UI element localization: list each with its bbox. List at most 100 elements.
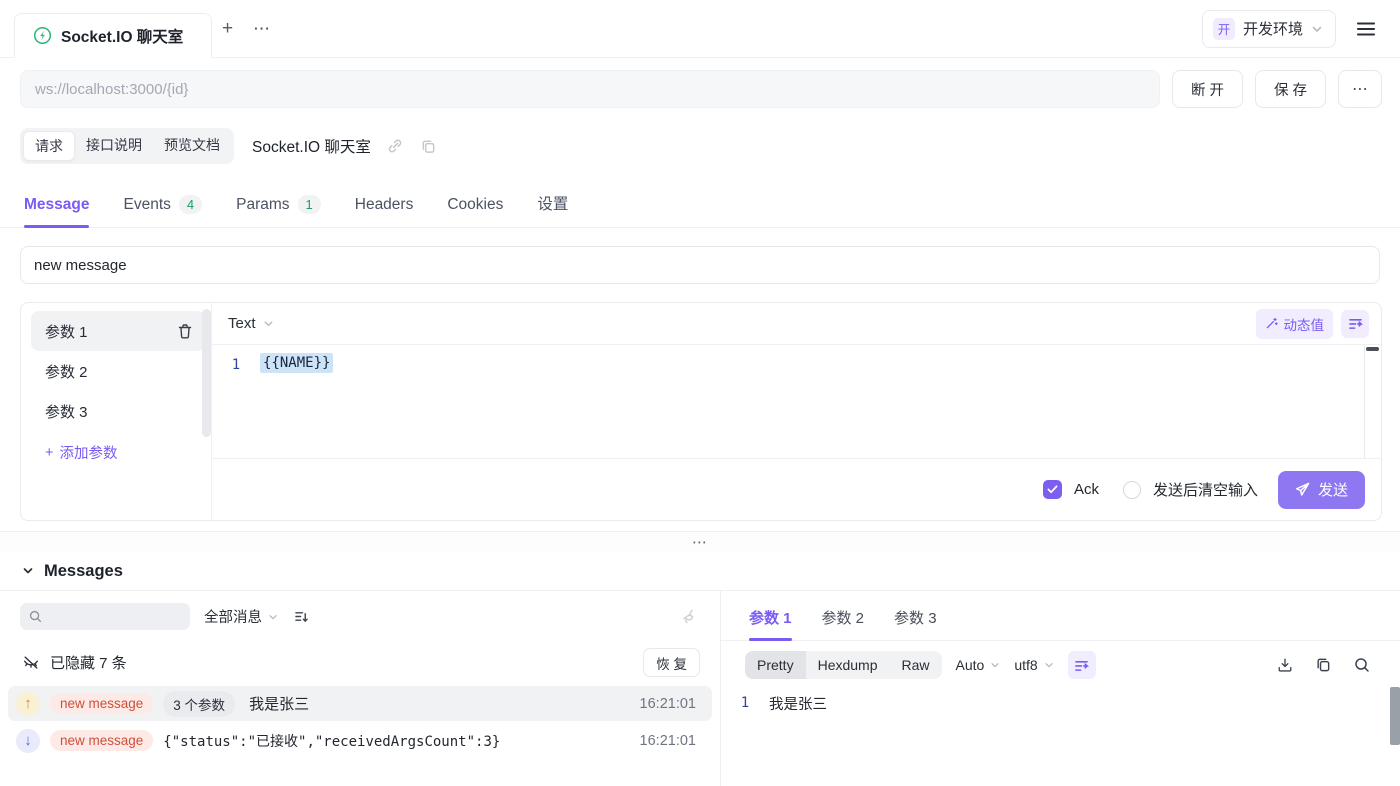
tab-events[interactable]: Events 4 <box>123 187 203 227</box>
scrollbar[interactable] <box>202 309 211 437</box>
doc-view-row: 请求 接口说明 预览文档 Socket.IO 聊天室 <box>0 120 1400 174</box>
doc-tab-description[interactable]: 接口说明 <box>75 131 153 161</box>
messages-section-header[interactable]: Messages <box>0 552 1400 591</box>
tab-settings[interactable]: 设置 <box>537 184 568 227</box>
message-row-sent[interactable]: ↑ new message 3 个参数 我是张三 16:21:01 <box>8 686 712 721</box>
chevron-down-icon <box>22 565 34 577</box>
search-input[interactable] <box>48 609 168 624</box>
hidden-count-label: 已隐藏 7 条 <box>50 655 127 672</box>
inspector-tab-param1[interactable]: 参数 1 <box>749 603 792 641</box>
scrollbar-track <box>1364 345 1365 458</box>
ack-label[interactable]: Ack <box>1074 481 1099 498</box>
param-item-label: 参数 2 <box>45 363 88 381</box>
message-row-received[interactable]: ↓ new message {"status":"已接收","receivedA… <box>8 723 712 758</box>
scrollbar[interactable] <box>1390 687 1400 745</box>
message-search[interactable] <box>20 603 190 630</box>
inspector-content[interactable]: 1 我是张三 <box>721 685 1400 714</box>
more-actions-button[interactable]: ⋯ <box>1338 70 1382 108</box>
clear-after-send-checkbox[interactable] <box>1122 480 1141 499</box>
doc-tab-request[interactable]: 请求 <box>23 131 75 161</box>
message-list-toolbar: 全部消息 <box>0 591 720 636</box>
ack-checkbox[interactable] <box>1042 480 1062 499</box>
view-mode-switch: Pretty Hexdump Raw <box>745 651 942 679</box>
window-tab-bar: Socket.IO 聊天室 + ⋯ 开 开发环境 <box>0 0 1400 58</box>
param-item-3[interactable]: 参数 3 <box>31 391 205 431</box>
inspector-tabs: 参数 1 参数 2 参数 3 <box>721 591 1400 641</box>
inspector-content-text: 我是张三 <box>769 697 827 713</box>
event-name-input[interactable] <box>20 246 1380 284</box>
copy-icon[interactable] <box>1314 655 1333 675</box>
tab-title: Socket.IO 聊天室 <box>61 28 184 46</box>
send-icon <box>1295 482 1310 497</box>
dynamic-value-button[interactable]: 动态值 <box>1255 308 1333 339</box>
sort-icon[interactable] <box>292 608 311 625</box>
search-icon[interactable] <box>1352 655 1372 675</box>
line-number: 1 <box>231 357 241 373</box>
environment-selector[interactable]: 开 开发环境 <box>1201 9 1336 48</box>
view-mode-raw[interactable]: Raw <box>890 651 942 679</box>
param-item-1[interactable]: 参数 1 <box>31 311 205 351</box>
message-filter-label: 全部消息 <box>204 610 262 626</box>
body-type-select[interactable]: Text <box>228 315 274 332</box>
message-filter-select[interactable]: 全部消息 <box>204 606 278 627</box>
link-icon[interactable] <box>385 136 405 156</box>
endpoint-title: Socket.IO 聊天室 <box>252 139 371 156</box>
panel-resize-handle[interactable]: ⋯ <box>0 531 1400 552</box>
param-item-2[interactable]: 参数 2 <box>31 351 205 391</box>
charset-label: utf8 <box>1014 657 1038 673</box>
tab-settings-label: 设置 <box>537 196 569 213</box>
hidden-messages-row: 已隐藏 7 条 恢 复 <box>0 636 720 685</box>
request-tab[interactable]: Socket.IO 聊天室 <box>14 13 212 58</box>
trash-icon[interactable] <box>175 321 195 342</box>
save-button[interactable]: 保 存 <box>1254 70 1326 108</box>
code-editor[interactable]: 1 {{NAME}} <box>212 345 1381 458</box>
params-count-badge: 1 <box>297 195 321 214</box>
event-tag: new message <box>50 693 154 714</box>
socketio-icon <box>33 26 52 45</box>
download-icon[interactable] <box>1275 655 1295 675</box>
format-icon[interactable] <box>1341 309 1369 338</box>
env-name: 开发环境 <box>1242 21 1303 38</box>
view-mode-pretty[interactable]: Pretty <box>745 651 806 679</box>
inspector-tab-param3[interactable]: 参数 3 <box>894 603 937 640</box>
url-input[interactable] <box>20 70 1160 108</box>
tab-params[interactable]: Params 1 <box>236 187 321 227</box>
add-param-button[interactable]: + 添加参数 <box>31 431 205 463</box>
chevron-down-icon <box>268 612 278 622</box>
decode-label: Auto <box>955 657 985 673</box>
param-list: 参数 1 参数 2 参数 3 + 添加参数 <box>21 303 211 520</box>
hamburger-icon <box>1356 21 1376 37</box>
tab-more-button[interactable]: ⋯ <box>243 14 281 43</box>
inspector-tab-param2[interactable]: 参数 2 <box>822 603 865 640</box>
search-icon <box>29 610 42 623</box>
restore-button[interactable]: 恢 复 <box>643 648 700 677</box>
chevron-down-icon <box>263 318 274 329</box>
wand-icon <box>1265 317 1278 330</box>
view-mode-hexdump[interactable]: Hexdump <box>806 651 890 679</box>
disconnect-button[interactable]: 断 开 <box>1171 70 1243 108</box>
message-content: 我是张三 <box>249 696 310 713</box>
copy-icon[interactable] <box>419 137 438 156</box>
doc-tab-preview[interactable]: 预览文档 <box>153 131 231 161</box>
add-param-label: 添加参数 <box>59 446 118 462</box>
template-variable[interactable]: {{NAME}} <box>260 353 334 373</box>
events-count-badge: 4 <box>178 195 203 214</box>
clear-after-send-label[interactable]: 发送后清空输入 <box>1153 479 1258 500</box>
tab-message-label: Message <box>24 196 90 213</box>
app-window: Socket.IO 聊天室 + ⋯ 开 开发环境 断 开 保 存 ⋯ 请求 接口… <box>0 0 1400 786</box>
decode-select[interactable]: Auto <box>956 657 1001 673</box>
message-list-panel: 全部消息 已隐藏 7 条 恢 复 ↑ new message 3 个参数 我是张… <box>0 591 721 786</box>
chevron-down-icon <box>1044 660 1054 670</box>
menu-button[interactable] <box>1350 15 1382 43</box>
new-tab-button[interactable]: + <box>212 13 243 44</box>
message-composer: 参数 1 参数 2 参数 3 + 添加参数 Text 动态值 1 {{NAME}… <box>20 302 1382 521</box>
tab-message[interactable]: Message <box>24 188 90 228</box>
message-time: 16:21:01 <box>639 732 696 749</box>
send-button[interactable]: 发送 <box>1277 470 1365 509</box>
clear-messages-icon[interactable] <box>679 606 700 627</box>
tab-headers[interactable]: Headers <box>355 188 414 227</box>
scrollbar[interactable] <box>1366 347 1379 351</box>
charset-select[interactable]: utf8 <box>1014 657 1053 673</box>
tab-cookies[interactable]: Cookies <box>447 188 503 227</box>
format-icon[interactable] <box>1067 651 1096 679</box>
